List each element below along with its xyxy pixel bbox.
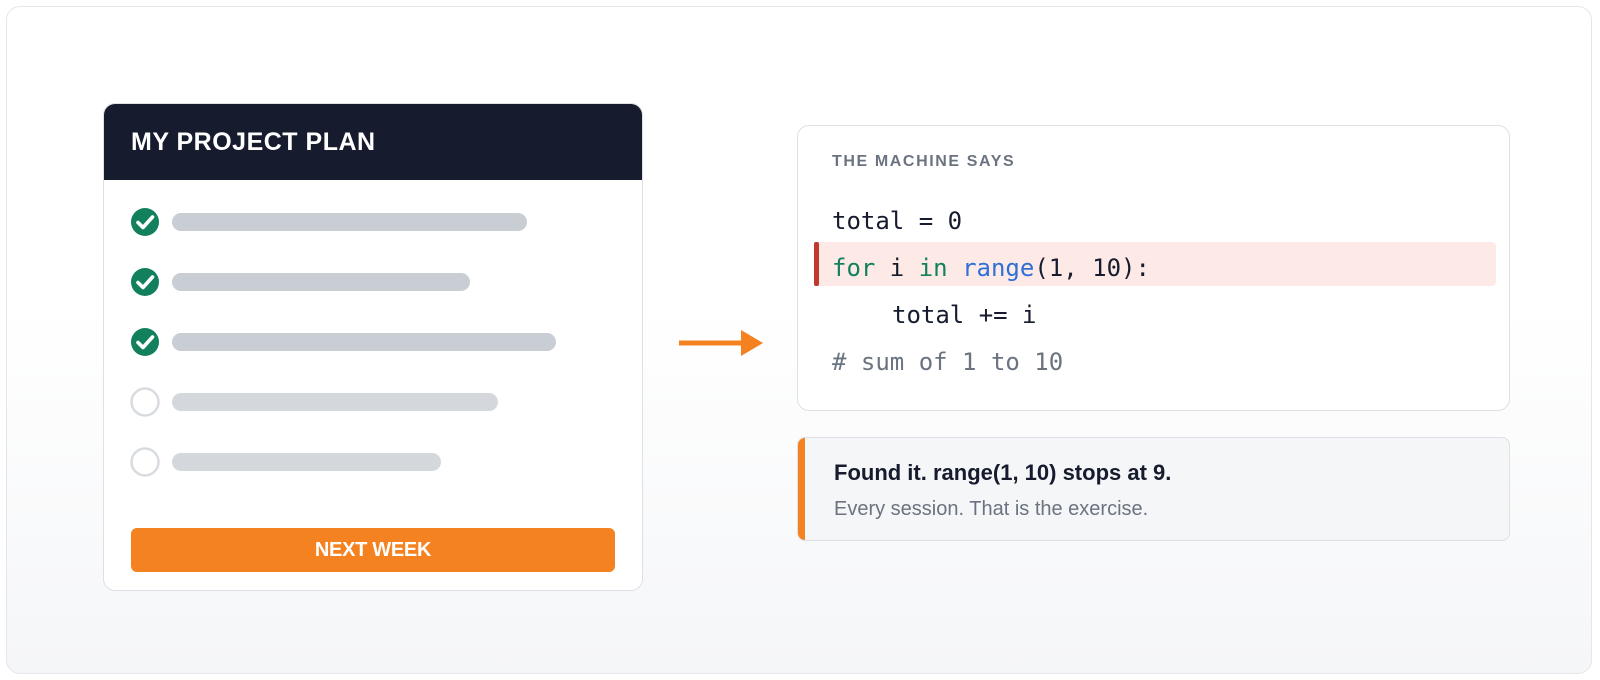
checked-circle-icon[interactable] bbox=[130, 267, 160, 297]
plan-header: MY PROJECT PLAN bbox=[104, 104, 642, 180]
code-line-1: total = 0 bbox=[832, 207, 963, 235]
code-line-3: total += i bbox=[892, 301, 1037, 329]
finding-note: Found it. range(1, 10) stops at 9. Every… bbox=[797, 437, 1510, 541]
code-panel: THE MACHINE SAYS total = 0 for i in rang… bbox=[797, 125, 1510, 411]
keyword-for: for bbox=[832, 254, 876, 282]
note-subtitle: Every session. That is the exercise. bbox=[834, 498, 1149, 520]
task-placeholder-bar bbox=[172, 333, 556, 351]
task-item bbox=[130, 267, 630, 297]
task-placeholder-bar bbox=[172, 273, 470, 291]
diagram-frame: MY PROJECT PLAN NEXT WEEK THE MACHINE SA… bbox=[6, 6, 1592, 674]
arrow-right-icon bbox=[679, 330, 763, 356]
task-placeholder-bar bbox=[172, 213, 527, 231]
error-line-marker bbox=[814, 242, 819, 286]
task-placeholder-bar bbox=[172, 393, 498, 411]
empty-circle-icon[interactable] bbox=[130, 387, 160, 417]
next-week-button[interactable]: NEXT WEEK bbox=[131, 528, 615, 572]
checked-circle-icon[interactable] bbox=[130, 207, 160, 237]
task-list bbox=[130, 207, 630, 507]
note-accent-bar bbox=[798, 438, 805, 540]
code-panel-label: THE MACHINE SAYS bbox=[832, 153, 1016, 170]
project-plan-card: MY PROJECT PLAN NEXT WEEK bbox=[103, 103, 643, 591]
checked-circle-icon[interactable] bbox=[130, 327, 160, 357]
code-comment-line: # sum of 1 to 10 bbox=[832, 348, 1064, 376]
task-placeholder-bar bbox=[172, 453, 441, 471]
empty-circle-icon[interactable] bbox=[130, 447, 160, 477]
builtin-range: range bbox=[962, 254, 1035, 282]
keyword-in: in bbox=[918, 254, 948, 282]
code-line-2: for i in range(1, 10): bbox=[832, 247, 1150, 289]
task-item bbox=[130, 447, 630, 477]
task-item bbox=[130, 387, 630, 417]
range-args: (1, 10): bbox=[1034, 254, 1150, 282]
task-item bbox=[130, 327, 630, 357]
note-title: Found it. range(1, 10) stops at 9. bbox=[834, 460, 1172, 485]
plan-title: MY PROJECT PLAN bbox=[131, 127, 376, 156]
task-item bbox=[130, 207, 630, 237]
loop-variable: i bbox=[875, 254, 919, 282]
